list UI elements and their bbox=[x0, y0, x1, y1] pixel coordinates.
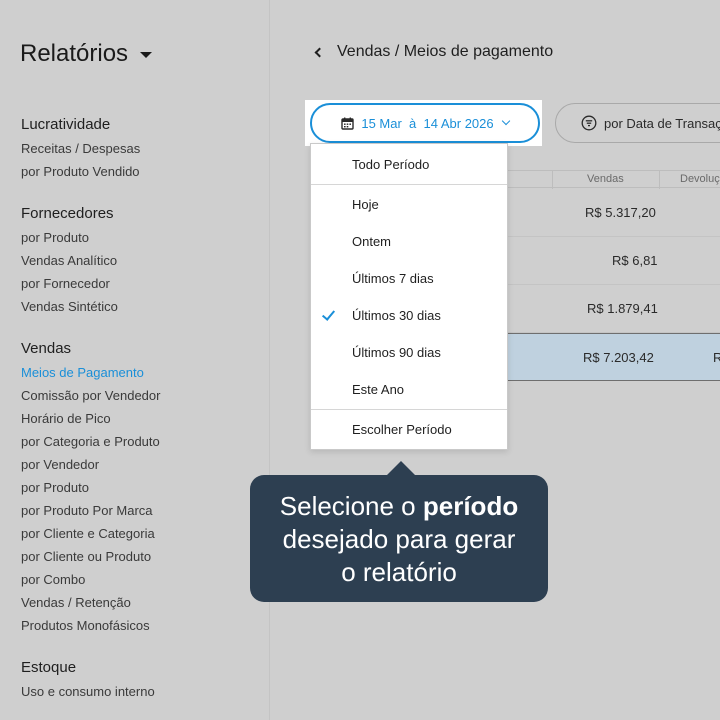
sidebar-item-vendas-analitico[interactable]: Vendas Analítico bbox=[21, 249, 118, 272]
nav-group-estoque: Estoque Uso e consumo interno bbox=[21, 658, 155, 703]
cell-vendas: R$ 7.203,42 bbox=[583, 350, 654, 365]
tooltip-line-1: Selecione o período bbox=[250, 490, 548, 523]
column-header-devolucoes[interactable]: Devoluções bbox=[680, 171, 720, 189]
sidebar-item-vendas-sintetico[interactable]: Vendas Sintético bbox=[21, 295, 118, 318]
nav-heading: Vendas bbox=[21, 340, 72, 357]
tooltip-line-3: o relatório bbox=[341, 557, 457, 587]
tooltip-arrow bbox=[387, 461, 415, 475]
nav-heading: Fornecedores bbox=[21, 205, 114, 222]
cell-vendas: R$ 6,81 bbox=[612, 253, 658, 268]
sidebar-item-comissao-por-vendedor[interactable]: Comissão por Vendedor bbox=[21, 384, 160, 407]
filter-icon bbox=[581, 115, 597, 131]
period-option-ontem[interactable]: Ontem bbox=[311, 227, 507, 257]
tooltip-emphasis: período bbox=[422, 491, 519, 521]
page-title: Vendas / Meios de pagamento bbox=[337, 43, 554, 60]
sidebar-item-por-produto[interactable]: por Produto bbox=[21, 476, 160, 499]
cell-vendas: R$ 5.317,20 bbox=[585, 205, 656, 220]
sidebar: Relatórios Lucratividade Receitas / Desp… bbox=[0, 0, 270, 720]
reports-menu-toggle[interactable]: Relatórios bbox=[20, 40, 153, 68]
nav-heading: Lucratividade bbox=[21, 116, 111, 133]
sidebar-item-por-cliente-e-categoria[interactable]: por Cliente e Categoria bbox=[21, 522, 160, 545]
nav-heading: Estoque bbox=[21, 659, 77, 676]
nav-group-fornecedores: Fornecedores por Produto Vendas Analític… bbox=[21, 204, 118, 318]
period-dropdown: Todo Período Hoje Ontem Últimos 7 dias Ú… bbox=[310, 143, 508, 450]
sidebar-item-por-vendedor[interactable]: por Vendedor bbox=[21, 453, 160, 476]
period-option-este-ano[interactable]: Este Ano bbox=[311, 375, 507, 405]
back-chevron-icon[interactable] bbox=[314, 47, 325, 57]
cell-vendas: R$ 1.879,41 bbox=[587, 301, 658, 316]
period-option-todo-periodo[interactable]: Todo Período bbox=[311, 150, 507, 180]
sidebar-item-horario-de-pico[interactable]: Horário de Pico bbox=[21, 407, 160, 430]
sidebar-item-por-categoria-e-produto[interactable]: por Categoria e Produto bbox=[21, 430, 160, 453]
period-option-ultimos-7-dias[interactable]: Últimos 7 dias bbox=[311, 264, 507, 294]
sidebar-item-por-produto-vendido[interactable]: por Produto Vendido bbox=[21, 160, 140, 183]
period-option-label: Últimos 30 dias bbox=[352, 308, 441, 323]
checkmark-icon bbox=[321, 307, 336, 321]
sidebar-item-receitas-despesas[interactable]: Receitas / Despesas bbox=[21, 137, 140, 160]
column-header-vendas[interactable]: Vendas bbox=[587, 171, 624, 189]
period-option-ultimos-90-dias[interactable]: Últimos 90 dias bbox=[311, 338, 507, 368]
sidebar-title: Relatórios bbox=[20, 40, 129, 67]
column-divider bbox=[659, 171, 660, 189]
nav-group-lucratividade: Lucratividade Receitas / Despesas por Pr… bbox=[21, 115, 140, 183]
sidebar-item-por-combo[interactable]: por Combo bbox=[21, 568, 160, 591]
date-type-filter[interactable]: por Data de Transação bbox=[555, 103, 720, 143]
nav-group-vendas: Vendas Meios de Pagamento Comissão por V… bbox=[21, 339, 160, 637]
column-divider bbox=[552, 171, 553, 189]
divider bbox=[311, 409, 507, 410]
cell-devolucoes: R bbox=[713, 350, 720, 365]
sidebar-item-uso-e-consumo-interno[interactable]: Uso e consumo interno bbox=[21, 680, 155, 703]
tooltip-text: Selecione o bbox=[279, 491, 423, 521]
sidebar-item-vendas-retencao[interactable]: Vendas / Retenção bbox=[21, 591, 160, 614]
date-type-label: por Data de Transação bbox=[604, 115, 720, 131]
sidebar-item-meios-de-pagamento[interactable]: Meios de Pagamento bbox=[21, 361, 160, 384]
date-range-picker[interactable]: 15 Mar à 14 Abr 2026 bbox=[310, 103, 540, 143]
sidebar-item-por-cliente-ou-produto[interactable]: por Cliente ou Produto bbox=[21, 545, 160, 568]
sidebar-item-por-produto[interactable]: por Produto bbox=[21, 226, 118, 249]
period-option-escolher-periodo[interactable]: Escolher Período bbox=[311, 415, 507, 445]
period-option-ultimos-30-dias[interactable]: Últimos 30 dias bbox=[311, 301, 507, 331]
period-option-hoje[interactable]: Hoje bbox=[311, 190, 507, 220]
sidebar-item-por-produto-por-marca[interactable]: por Produto Por Marca bbox=[21, 499, 160, 522]
sidebar-item-por-fornecedor[interactable]: por Fornecedor bbox=[21, 272, 118, 295]
chevron-down-icon bbox=[501, 116, 510, 126]
sidebar-item-produtos-monofasicos[interactable]: Produtos Monofásicos bbox=[21, 614, 160, 637]
calendar-icon bbox=[341, 117, 355, 130]
onboarding-tooltip: Selecione o período desejado para gerar … bbox=[250, 475, 548, 602]
divider bbox=[311, 184, 507, 185]
date-range-label: 15 Mar à 14 Abr 2026 bbox=[361, 115, 494, 131]
breadcrumb: Vendas / Meios de pagamento bbox=[312, 43, 553, 61]
caret-down-icon bbox=[140, 52, 153, 58]
tooltip-line-2: desejado para gerar bbox=[282, 524, 516, 554]
